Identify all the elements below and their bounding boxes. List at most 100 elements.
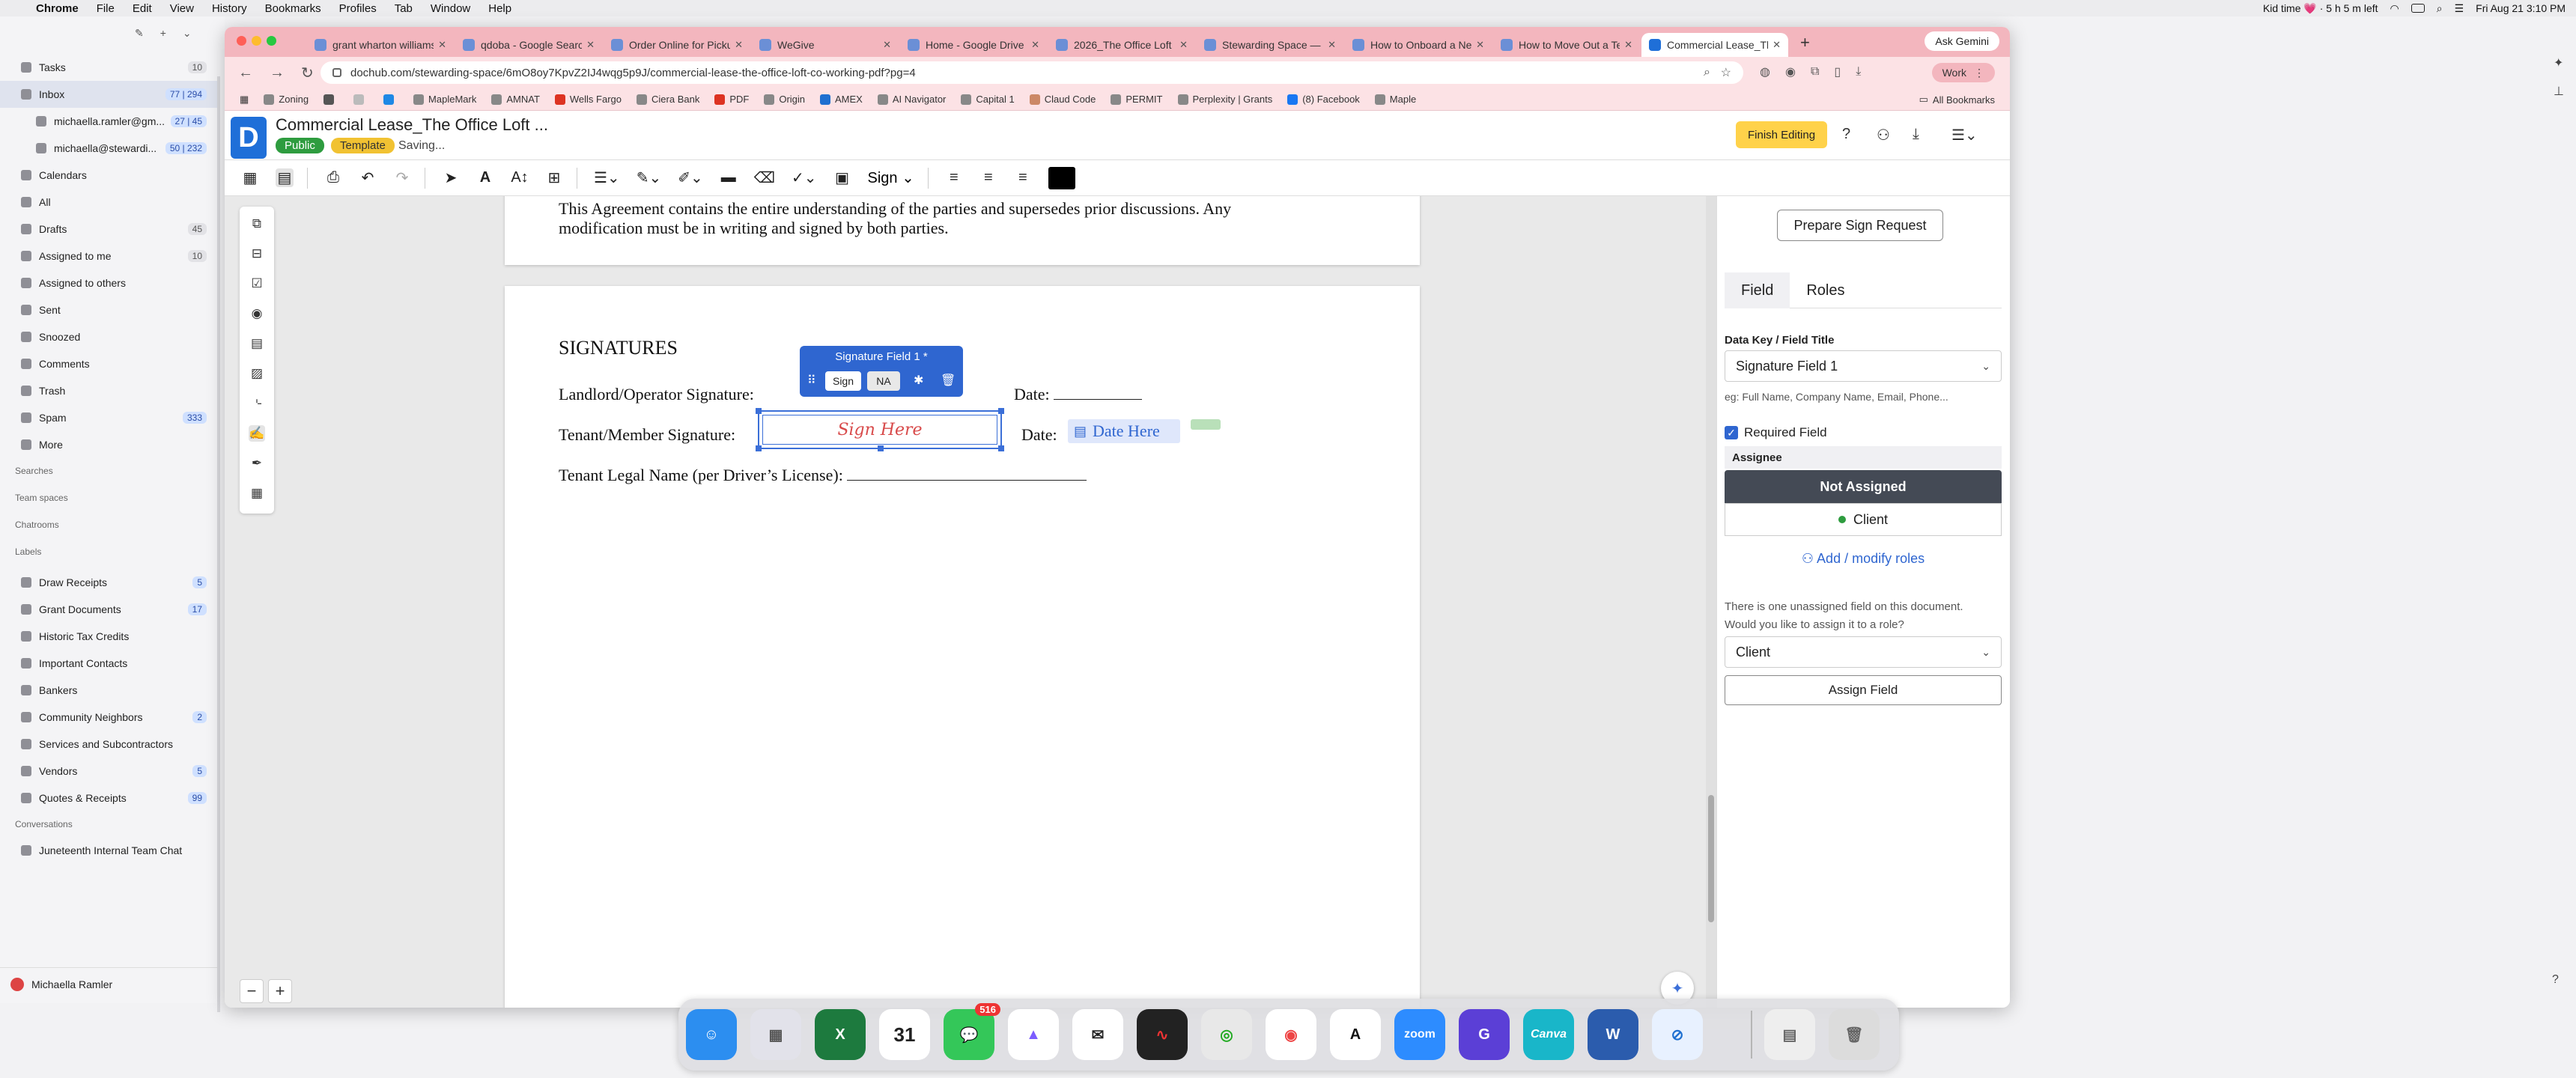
tab-roles[interactable]: Roles xyxy=(1790,272,1861,308)
bookmark-claud-code[interactable]: Claud Code xyxy=(1029,94,1096,105)
bookmark-icon-only[interactable] xyxy=(353,94,368,105)
bookmark-amex[interactable]: AMEX xyxy=(820,94,863,105)
account-switcher[interactable]: Michaella Ramler xyxy=(0,967,217,1000)
wifi-icon[interactable]: ◠ xyxy=(2390,2,2399,15)
bookmark-capital-1[interactable]: Capital 1 xyxy=(961,94,1015,105)
eraser-icon[interactable]: ⌫ xyxy=(754,168,775,187)
label-draw-receipts[interactable]: Draw Receipts 5 xyxy=(0,569,217,596)
section-conversations[interactable]: Conversations xyxy=(15,819,73,829)
bookmark-amnat[interactable]: AMNAT xyxy=(491,94,540,105)
mail-item-assigned-to-me[interactable]: Assigned to me 10 xyxy=(0,243,217,270)
required-asterisk-icon[interactable]: ✱ xyxy=(914,373,923,388)
attachment-icon[interactable]: ⌎ xyxy=(249,395,265,412)
help-icon[interactable]: ? xyxy=(1842,126,1850,143)
close-icon[interactable]: ✕ xyxy=(438,39,446,51)
mail-item-inbox[interactable]: Inbox 77 | 294 xyxy=(0,81,217,108)
url-bar[interactable]: dochub.com/stewarding-space/6mO8oy7KpvZ2… xyxy=(321,61,1743,84)
conversation-item[interactable]: Juneteenth Internal Team Chat xyxy=(0,837,217,864)
initials-field-icon[interactable]: ⊟ xyxy=(249,246,265,262)
close-icon[interactable]: ✕ xyxy=(883,39,891,51)
menu-window[interactable]: Window xyxy=(422,2,479,15)
close-icon[interactable]: ✕ xyxy=(1179,39,1188,51)
bookmark-star-icon[interactable]: ☆ xyxy=(1721,65,1731,80)
menu-view[interactable]: View xyxy=(161,2,203,15)
scrollbar-thumb[interactable] xyxy=(1708,795,1714,922)
site-info-icon[interactable] xyxy=(332,68,341,77)
finder-icon[interactable]: ☺ xyxy=(686,1009,737,1060)
mail-icon[interactable]: ✉ xyxy=(1072,1009,1123,1060)
download-icon[interactable]: ⤓ xyxy=(1856,65,1861,79)
bookmark-facebook[interactable]: (8) Facebook xyxy=(1287,94,1360,105)
mail-item-spam[interactable]: Spam 333 xyxy=(0,404,217,431)
mail-item-snoozed[interactable]: Snoozed xyxy=(0,323,217,350)
pin-icon[interactable]: ⊥ xyxy=(2554,84,2564,99)
help-icon[interactable]: ? xyxy=(2552,973,2559,987)
resize-handle[interactable] xyxy=(756,445,762,451)
radio-field-icon[interactable]: ◉ xyxy=(249,305,265,322)
dochub-logo[interactable]: D xyxy=(231,117,267,159)
tab-3[interactable]: Order Online for Pickup ✕ xyxy=(604,33,750,57)
zoom-icon[interactable]: ⌕ xyxy=(1704,66,1710,79)
thumbnails-icon[interactable]: ▤ xyxy=(276,168,294,187)
label-quotes-receipts[interactable]: Quotes & Receipts 99 xyxy=(0,785,217,811)
compose-icon[interactable]: ✎ xyxy=(135,27,144,40)
tab-4[interactable]: WeGive ✕ xyxy=(752,33,899,57)
audio-app-icon[interactable]: ∿ xyxy=(1137,1009,1188,1060)
zoom-app-icon[interactable]: zoom xyxy=(1394,1009,1445,1060)
control-center-icon[interactable]: ☰ xyxy=(2455,2,2464,15)
reload-icon[interactable]: ↻ xyxy=(301,64,319,82)
mail-item-all[interactable]: All xyxy=(0,189,217,216)
label-community-neighbors[interactable]: Community Neighbors 2 xyxy=(0,704,217,731)
date-field-icon[interactable]: ▦ xyxy=(249,485,265,502)
menu-history[interactable]: History xyxy=(203,2,256,15)
menu-tab[interactable]: Tab xyxy=(386,2,422,15)
menu-icon[interactable]: ☰⌄ xyxy=(1951,126,1978,144)
section-searches[interactable]: Searches xyxy=(15,466,53,476)
split-icon[interactable]: ▯ xyxy=(1834,64,1841,79)
label-historic-tax-credits[interactable]: Historic Tax Credits xyxy=(0,623,217,650)
add-icon[interactable]: + xyxy=(160,27,166,40)
word-icon[interactable]: W xyxy=(1588,1009,1638,1060)
extension-icon[interactable]: ◍ xyxy=(1760,64,1770,79)
bookmark-ai-navigator[interactable]: AI Navigator xyxy=(877,94,946,105)
add-user-icon[interactable]: ⚇ xyxy=(1877,126,1890,144)
drag-handle-icon[interactable]: ⠿ xyxy=(807,373,816,388)
arc-icon[interactable]: A xyxy=(1330,1009,1381,1060)
resize-handle[interactable] xyxy=(998,445,1004,451)
label-services-subcontractors[interactable]: Services and Subcontractors xyxy=(0,731,217,758)
data-key-field[interactable]: Signature Field 1 ⌄ xyxy=(1725,350,2002,382)
bookmark-pdf[interactable]: PDF xyxy=(714,94,749,105)
label-vendors[interactable]: Vendors 5 xyxy=(0,758,217,785)
bookmark-folder[interactable] xyxy=(323,94,338,105)
sidebar-scrollbar[interactable] xyxy=(217,76,220,1012)
section-labels[interactable]: Labels xyxy=(15,546,41,557)
all-bookmarks-button[interactable]: ▭ All Bookmarks xyxy=(1919,88,1995,111)
close-window-button[interactable] xyxy=(237,36,246,46)
assign-field-button[interactable]: Assign Field xyxy=(1725,675,2002,705)
extension-icon[interactable]: ◉ xyxy=(1785,64,1796,79)
zoom-window-button[interactable] xyxy=(267,36,276,46)
pointer-icon[interactable]: ➤ xyxy=(442,168,460,187)
prepare-sign-request-button[interactable]: Prepare Sign Request xyxy=(1777,210,1943,241)
role-select[interactable]: Client ⌄ xyxy=(1725,636,2002,668)
chevron-down-icon[interactable]: ⌄ xyxy=(183,27,192,40)
menu-edit[interactable]: Edit xyxy=(124,2,161,15)
dropdown-field-icon[interactable]: ▤ xyxy=(249,335,265,352)
tab-1[interactable]: grant wharton williams ✕ xyxy=(307,33,454,57)
mail-item-assigned-to-others[interactable]: Assigned to others xyxy=(0,270,217,296)
close-icon[interactable]: ✕ xyxy=(1476,39,1484,51)
excel-icon[interactable]: X xyxy=(815,1009,866,1060)
text-icon[interactable]: A xyxy=(476,169,494,186)
ask-gemini-button[interactable]: Ask Gemini xyxy=(1925,31,1999,51)
calendar-icon[interactable]: 31 xyxy=(879,1009,930,1060)
profile-button[interactable]: Work ⋮ xyxy=(1931,63,1995,82)
bookmark-permit[interactable]: PERMIT xyxy=(1111,94,1163,105)
more-icon[interactable]: ⋮ xyxy=(1974,67,1984,79)
align-right-icon[interactable]: ≡ xyxy=(1014,169,1032,186)
mail-item-calendars[interactable]: Calendars xyxy=(0,162,217,189)
close-icon[interactable]: ✕ xyxy=(1328,39,1336,51)
undo-icon[interactable]: ↶ xyxy=(359,168,377,187)
back-icon[interactable]: ← xyxy=(238,64,256,82)
tab-8[interactable]: How to Onboard a New ✕ xyxy=(1345,33,1492,57)
menu-file[interactable]: File xyxy=(88,2,124,15)
